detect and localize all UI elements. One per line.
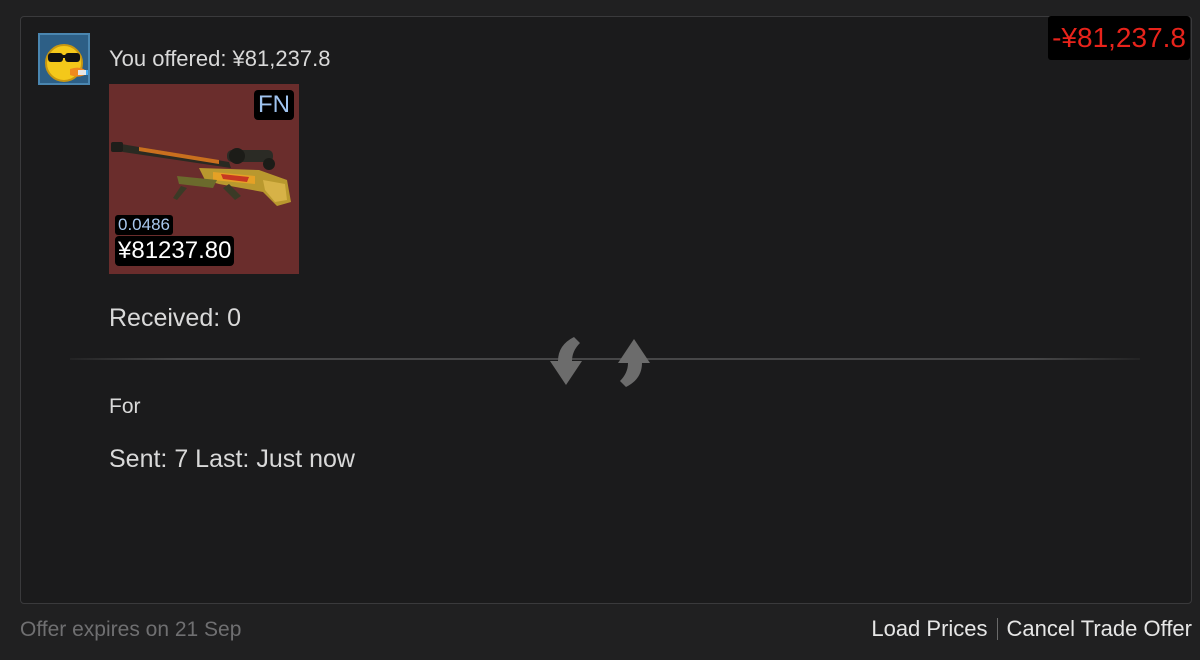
float-value-badge: 0.0486 <box>115 215 173 235</box>
duck-avatar-icon <box>40 35 88 83</box>
item-tile[interactable]: FN 0.0486 ¥81237.80 <box>109 84 299 274</box>
wear-badge: FN <box>254 90 294 120</box>
for-label: For <box>109 395 141 418</box>
trade-swap-arrows-icon <box>550 337 650 387</box>
item-price-badge: ¥81237.80 <box>115 236 235 266</box>
offered-label: You offered: ¥81,237.8 <box>109 46 331 71</box>
user-avatar[interactable] <box>38 33 90 85</box>
sent-status-label: Sent: 7 Last: Just now <box>109 445 355 473</box>
total-delta-badge: -¥81,237.8 <box>1048 16 1190 60</box>
footer-separator <box>996 618 998 640</box>
footer-actions: Load Prices Cancel Trade Offer <box>871 616 1192 642</box>
received-label: Received: 0 <box>109 304 242 332</box>
offer-expiry-text: Offer expires on 21 Sep <box>20 618 242 641</box>
load-prices-link[interactable]: Load Prices <box>871 616 987 642</box>
cancel-trade-offer-link[interactable]: Cancel Trade Offer <box>1007 616 1192 642</box>
